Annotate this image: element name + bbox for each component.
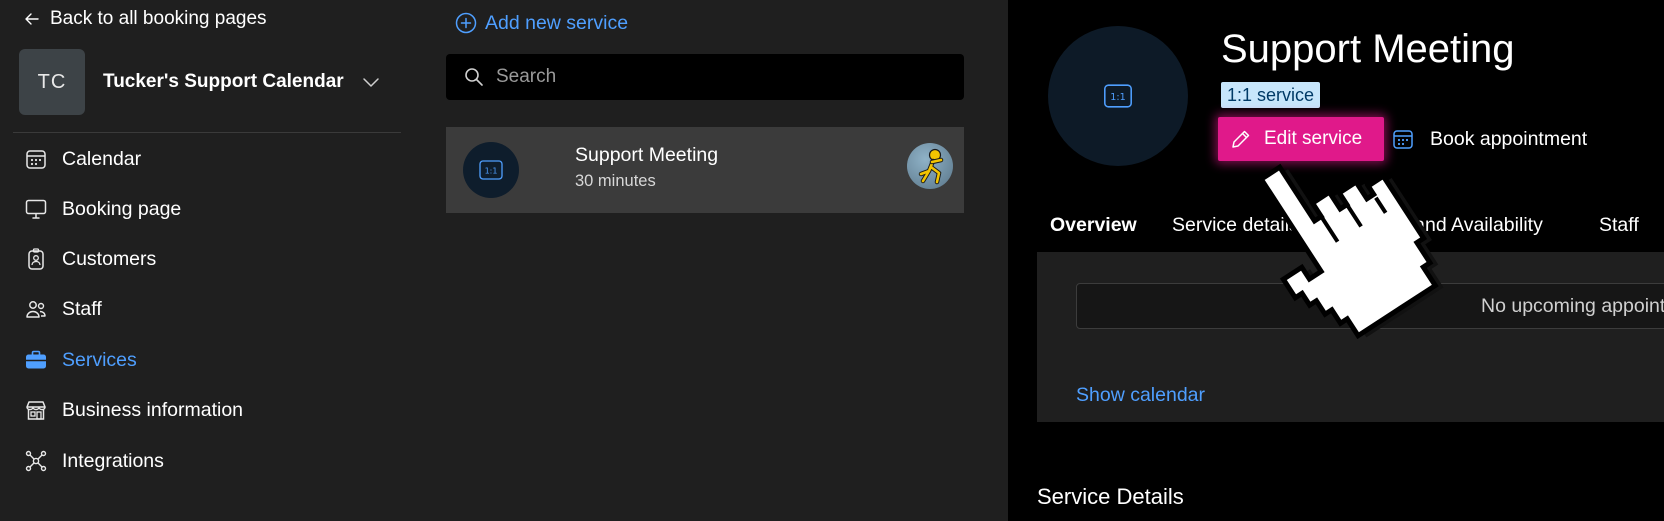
sidebar-item-booking-page[interactable]: Booking page (24, 192, 181, 226)
service-row-avatar: 1:1 (463, 142, 519, 198)
people-icon (26, 301, 46, 318)
sidebar-item-label: Customers (62, 247, 157, 270)
search-input[interactable] (496, 66, 936, 88)
service-list-item[interactable]: 1:1 Support Meeting 30 minutes (446, 127, 964, 213)
back-to-booking-pages-link[interactable]: Back to all booking pages (24, 6, 267, 32)
calendar-icon (26, 150, 46, 169)
detail-tabs: Overview Service details Staff and Avail… (1037, 205, 1664, 255)
briefcase-icon (26, 350, 46, 369)
one-on-one-icon: 1:1 (1104, 84, 1132, 108)
add-new-service-button[interactable]: Add new service (455, 8, 628, 38)
service-type-badge: 1:1 service (1221, 82, 1321, 108)
one-on-one-icon: 1:1 (479, 160, 503, 180)
page-title: Support Meeting (1221, 27, 1515, 71)
monitor-icon (25, 199, 47, 219)
no-appointments-text: No upcoming appointments (1481, 295, 1664, 317)
sidebar-item-label: Business information (62, 398, 244, 421)
arrow-left-icon (25, 13, 39, 25)
account-switcher[interactable]: TC Tucker's Support Calendar (19, 49, 399, 115)
pencil-icon (1232, 130, 1250, 148)
chevron-down-icon[interactable] (361, 72, 381, 92)
service-row-duration: 30 minutes (575, 172, 656, 190)
sidebar-item-staff[interactable]: Staff (24, 292, 102, 326)
calendar-icon (1393, 130, 1413, 149)
upcoming-appointments-box: No upcoming appointments (1076, 283, 1664, 329)
edit-service-button[interactable]: Edit service (1218, 117, 1384, 161)
sidebar: Back to all booking pages TC Tucker's Su… (0, 0, 402, 521)
tab-staff-and-availability[interactable]: Staff and Availability (1369, 205, 1543, 255)
bookings-app: Back to all booking pages TC Tucker's Su… (0, 0, 1664, 521)
search-icon (465, 68, 483, 86)
service-details-heading: Service Details (1037, 484, 1184, 509)
show-calendar-link[interactable]: Show calendar (1076, 384, 1205, 407)
svg-text:1:1: 1:1 (485, 167, 498, 176)
back-link-label: Back to all booking pages (50, 8, 267, 29)
sidebar-item-services[interactable]: Services (24, 343, 137, 377)
staff-avatar (907, 143, 953, 189)
id-badge-icon (28, 248, 44, 270)
add-new-service-label: Add new service (485, 11, 629, 34)
tab-overview[interactable]: Overview (1048, 205, 1139, 255)
storefront-icon (26, 401, 46, 420)
tab-service-details[interactable]: Service details (1172, 205, 1299, 255)
tab-staff[interactable]: Staff (1599, 205, 1639, 255)
sidebar-item-label: Staff (62, 297, 102, 320)
edit-service-label: Edit service (1264, 128, 1363, 149)
running-person-icon (918, 148, 944, 185)
sidebar-item-label: Integrations (62, 449, 164, 472)
plus-circle-icon (455, 12, 477, 34)
service-avatar: 1:1 (1048, 26, 1188, 166)
book-appointment-label: Book appointment (1430, 127, 1588, 150)
service-row-title: Support Meeting (575, 144, 719, 166)
service-search[interactable] (446, 54, 964, 100)
account-avatar: TC (19, 49, 85, 115)
sidebar-item-integrations[interactable]: Integrations (24, 444, 164, 478)
sidebar-item-label: Services (62, 348, 137, 371)
sidebar-item-label: Booking page (62, 197, 182, 220)
sidebar-divider (13, 132, 401, 133)
svg-text:1:1: 1:1 (1110, 92, 1125, 103)
account-name: Tucker's Support Calendar (103, 71, 344, 92)
sidebar-item-customers[interactable]: Customers (24, 242, 156, 276)
sidebar-item-label: Calendar (62, 147, 142, 170)
network-icon (25, 450, 47, 472)
sidebar-item-calendar[interactable]: Calendar (24, 142, 141, 176)
sidebar-item-business-information[interactable]: Business information (24, 393, 243, 427)
book-appointment-button[interactable]: Book appointment (1392, 122, 1587, 156)
